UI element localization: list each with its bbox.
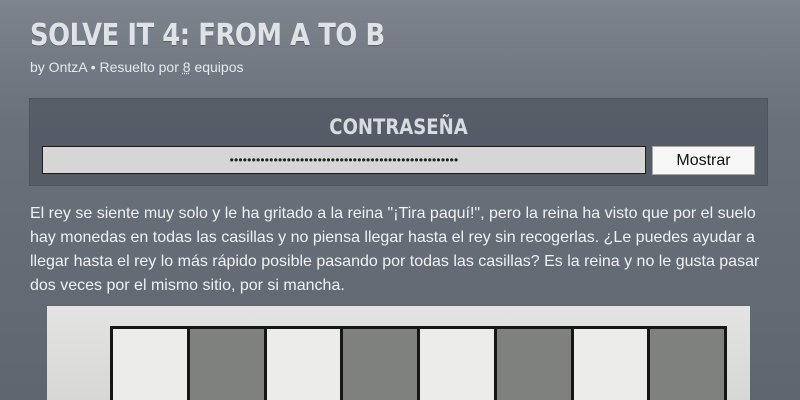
board-square bbox=[573, 329, 651, 400]
chessboard-image bbox=[47, 306, 750, 400]
puzzle-page: Solve it 4: from A to B by OntzA • Resue… bbox=[0, 0, 800, 400]
puzzle-byline: by OntzA • Resuelto por 8 equipos bbox=[30, 58, 244, 76]
byline-author-text: by OntzA • Resuelto por bbox=[30, 59, 183, 75]
byline-teams-text: equipos bbox=[190, 59, 244, 75]
puzzle-title: Solve it 4: from A to B bbox=[30, 18, 385, 53]
board-square bbox=[496, 329, 574, 400]
board-square bbox=[189, 329, 267, 400]
board-square bbox=[113, 329, 190, 400]
password-heading: Contraseña bbox=[329, 115, 468, 139]
solved-teams-count[interactable]: 8 bbox=[183, 59, 191, 75]
password-input[interactable] bbox=[42, 146, 646, 174]
board-row bbox=[110, 326, 727, 400]
puzzle-description: El rey se siente muy solo y le ha gritad… bbox=[30, 205, 760, 294]
password-panel: Contraseña Mostrar bbox=[29, 98, 768, 186]
show-password-button[interactable]: Mostrar bbox=[652, 146, 755, 175]
board-square bbox=[420, 329, 497, 400]
board-square bbox=[650, 329, 724, 400]
board-square bbox=[266, 329, 344, 400]
board-square bbox=[343, 329, 420, 400]
